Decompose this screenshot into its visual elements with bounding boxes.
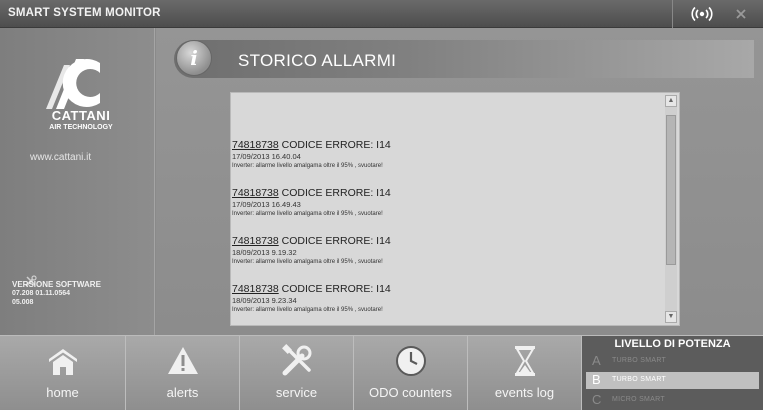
alarm-code-line: 74818738 CODICE ERRORE: I14	[232, 235, 391, 247]
power-level-letter: C	[592, 392, 602, 407]
section-title: STORICO ALLARMI	[238, 51, 397, 70]
software-version-title: VERSIONE SOFTWARE	[12, 280, 101, 289]
wireless-signal-icon[interactable]	[690, 5, 714, 23]
alarm-history-panel: 74818738 CODICE ERRORE: I14 17/09/2013 1…	[230, 92, 680, 326]
power-level-letter: A	[592, 353, 601, 368]
power-level-letter: B	[592, 372, 601, 387]
alarm-entry[interactable]: 74818738 CODICE ERRORE: I14 17/09/2013 1…	[232, 139, 391, 169]
alarm-code: CODICE ERRORE: I14	[281, 283, 391, 295]
sidebar: CATTANI AIR TECHNOLOGY www.cattani.it VE…	[0, 28, 155, 335]
nav-odo-counters-button[interactable]: ODO counters	[354, 336, 468, 410]
alarm-date: 18/09/2013 9.19.32	[232, 248, 297, 257]
alarm-description: Inverter: allarme livello amalgama oltre…	[232, 211, 383, 217]
nav-home-label: home	[46, 385, 79, 400]
power-level-option-c[interactable]: C MICRO SMART	[586, 392, 759, 409]
bottom-nav-bar: home alerts service ODO counters events …	[0, 335, 763, 410]
tools-icon	[281, 344, 311, 376]
alarm-list[interactable]: 74818738 CODICE ERRORE: I14 17/09/2013 1…	[231, 93, 661, 325]
power-level-panel: LIVELLO DI POTENZA A TURBO SMART B TURBO…	[582, 336, 763, 410]
alarm-id[interactable]: 74818738	[232, 235, 279, 247]
scroll-down-arrow-icon[interactable]: ▼	[665, 311, 677, 323]
alarm-date: 17/09/2013 16.49.43	[232, 200, 301, 209]
software-version-line-1: 07.208 01.11.0564	[12, 290, 71, 297]
power-level-option-b[interactable]: B TURBO SMART	[586, 372, 759, 389]
nav-alerts-label: alerts	[166, 385, 199, 400]
alarm-date: 18/09/2013 9.23.34	[232, 296, 297, 305]
nav-service-button[interactable]: service	[240, 336, 354, 410]
clock-icon	[395, 346, 426, 376]
nav-events-log-label: events log	[494, 385, 555, 400]
home-icon	[48, 349, 77, 375]
brand-name: CATTANI	[51, 108, 111, 123]
power-level-label: MICRO SMART	[612, 396, 665, 403]
nav-home-button[interactable]: home	[0, 336, 126, 410]
power-level-option-a[interactable]: A TURBO SMART	[586, 353, 759, 370]
alarm-code: CODICE ERRORE: I14	[281, 139, 391, 151]
nav-alerts-button[interactable]: alerts	[126, 336, 240, 410]
alarm-description: Inverter: allarme livello amalgama oltre…	[232, 163, 383, 169]
alarm-code: CODICE ERRORE: I14	[281, 187, 391, 199]
power-level-label: TURBO SMART	[612, 357, 667, 364]
title-separator	[672, 0, 673, 28]
alarm-code: CODICE ERRORE: I14	[281, 235, 391, 247]
alarm-entry[interactable]: 74818738 CODICE ERRORE: I14 18/09/2013 9…	[232, 235, 391, 265]
alarm-code-line: 74818738 CODICE ERRORE: I14	[232, 187, 391, 199]
alarm-code-line: 74818738 CODICE ERRORE: I14	[232, 283, 391, 295]
scrollbar-thumb[interactable]	[666, 115, 676, 265]
hourglass-icon	[514, 346, 535, 376]
main-content: i STORICO ALLARMI 74818738 CODICE ERRORE…	[156, 28, 763, 335]
alarm-entry[interactable]: 74818738 CODICE ERRORE: I14 17/09/2013 1…	[232, 187, 391, 217]
close-icon[interactable]	[733, 6, 749, 22]
alarm-date: 17/09/2013 16.40.04	[232, 152, 301, 161]
nav-service-label: service	[275, 385, 318, 400]
alarm-entry[interactable]: 74818738 CODICE ERRORE: I14 18/09/2013 9…	[232, 283, 391, 313]
warning-icon	[167, 347, 198, 374]
website-link[interactable]: www.cattani.it	[30, 152, 91, 163]
scroll-up-arrow-icon[interactable]: ▲	[665, 95, 677, 107]
power-level-label: TURBO SMART	[612, 376, 667, 383]
power-level-title: LIVELLO DI POTENZA	[614, 338, 731, 350]
app-title: SMART SYSTEM MONITOR	[8, 7, 161, 19]
app-window: SMART SYSTEM MONITOR CATTANI AIR TECHNOL…	[0, 0, 763, 410]
nav-odo-counters-label: ODO counters	[368, 385, 453, 400]
alarm-list-scrollbar[interactable]: ▲ ▼	[665, 95, 677, 323]
alarm-id[interactable]: 74818738	[232, 187, 279, 199]
title-bar: SMART SYSTEM MONITOR	[0, 0, 763, 28]
alarm-description: Inverter: allarme livello amalgama oltre…	[232, 307, 383, 313]
alarm-id[interactable]: 74818738	[232, 283, 279, 295]
info-icon: i	[176, 40, 212, 76]
alarm-code-line: 74818738 CODICE ERRORE: I14	[232, 139, 391, 151]
alarm-description: Inverter: allarme livello amalgama oltre…	[232, 259, 383, 265]
alarm-id[interactable]: 74818738	[232, 139, 279, 151]
nav-events-log-button[interactable]: events log	[468, 336, 582, 410]
software-version-line-2: 05.008	[12, 299, 34, 306]
brand-tagline: AIR TECHNOLOGY	[49, 124, 113, 131]
